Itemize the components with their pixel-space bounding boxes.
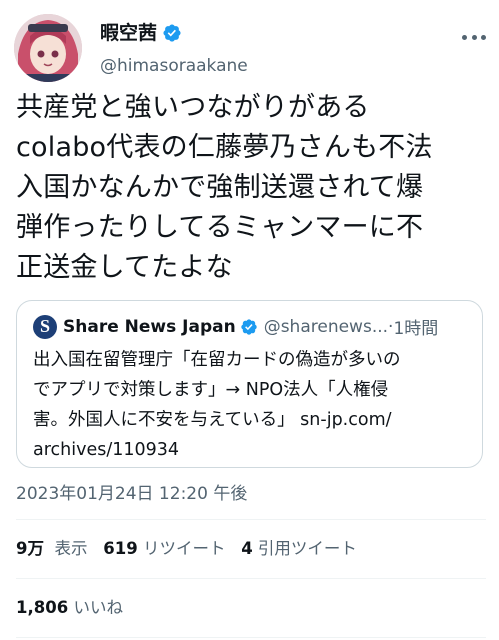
tweet-text: 共産党と強いつながりがある colabo代表の仁藤夢乃さんも不法 入国かなんかで… bbox=[16, 92, 433, 283]
quotes-link[interactable]: 4 引用ツイート bbox=[241, 539, 357, 558]
retweets-label: リツイート bbox=[142, 539, 226, 558]
stats-row: 9万 表示 619 リツイート 4 引用ツイート bbox=[16, 537, 357, 561]
divider bbox=[16, 519, 486, 520]
dot bbox=[462, 34, 467, 40]
quoted-tweet-card[interactable]: S Share News Japan @sharenews... · 1時間 出… bbox=[16, 300, 483, 468]
author-avatar[interactable] bbox=[14, 14, 82, 82]
quoted-author-handle: @sharenews... bbox=[263, 316, 389, 337]
quoted-tweet-header: S Share News Japan @sharenews... · 1時間 bbox=[33, 314, 438, 339]
verified-badge-icon bbox=[163, 24, 181, 42]
quoted-time: 1時間 bbox=[393, 319, 439, 339]
share-news-logo-icon: S bbox=[33, 314, 57, 339]
quoted-author-name: Share News Japan bbox=[63, 316, 236, 337]
retweets-link[interactable]: 619 リツイート bbox=[103, 539, 225, 558]
views-count: 9万 bbox=[16, 539, 44, 558]
views-label: 表示 bbox=[54, 539, 88, 558]
divider bbox=[16, 637, 486, 638]
more-dots-icon[interactable] bbox=[462, 32, 486, 42]
likes-label: いいね bbox=[73, 598, 123, 617]
quotes-count: 4 bbox=[241, 539, 253, 558]
author-handle[interactable]: @himasoraakane bbox=[100, 54, 248, 78]
quotes-label: 引用ツイート bbox=[257, 539, 357, 558]
likes-count: 1,806 bbox=[16, 598, 69, 617]
tweet-timestamp[interactable]: 2023年01月24日 12:20 午後 bbox=[16, 482, 247, 506]
dot bbox=[481, 34, 486, 40]
quoted-tweet-text: 出入国在留管理庁「在留カードの偽造が多いの でアプリで対策します」→ NPO法人… bbox=[33, 350, 401, 460]
verified-badge-icon bbox=[241, 318, 257, 335]
avatar-illustration bbox=[14, 14, 82, 82]
dot bbox=[471, 34, 477, 40]
likes-link[interactable]: 1,806 いいね bbox=[16, 596, 123, 620]
author-name-row[interactable]: 暇空茜 bbox=[100, 20, 182, 46]
divider bbox=[16, 578, 486, 579]
retweets-count: 619 bbox=[103, 539, 138, 558]
author-display-name[interactable]: 暇空茜 bbox=[100, 20, 157, 46]
